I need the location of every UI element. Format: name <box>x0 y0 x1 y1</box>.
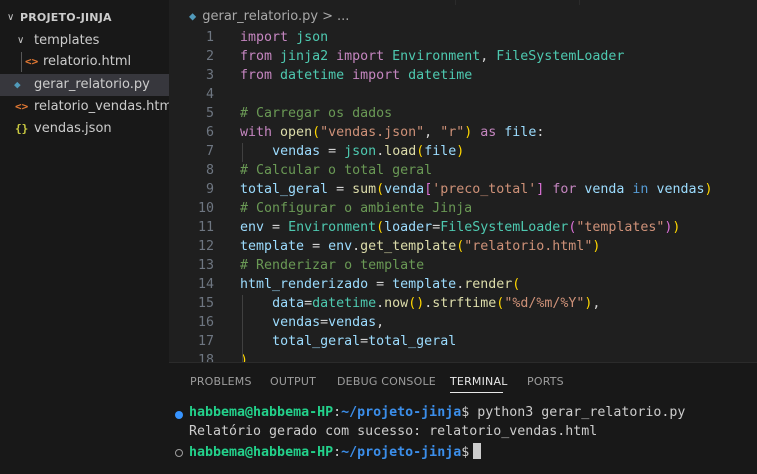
breadcrumb[interactable]: ◆ gerar_relatorio.py >... <box>189 9 349 29</box>
line-number: 17 <box>197 334 214 349</box>
tree-item-vendas-json[interactable]: {} vendas.json <box>0 118 169 140</box>
html-file-icon: <> <box>15 100 29 113</box>
code-line[interactable]: from datetime import datetime <box>240 68 472 83</box>
tab-divider <box>455 0 456 5</box>
code-line[interactable]: # Renderizar o template <box>240 258 424 273</box>
breadcrumb-file[interactable]: gerar_relatorio.py <box>202 9 318 24</box>
explorer-root-label: PROJETO-JINJA <box>20 11 112 24</box>
line-number: 10 <box>197 201 214 216</box>
python-file-icon: ◆ <box>189 9 197 23</box>
html-file-icon: <> <box>25 55 39 68</box>
tree-item-label: relatorio_vendas.html <box>34 99 176 114</box>
code-line[interactable]: # Calcular o total geral <box>240 163 432 178</box>
indent-guide <box>242 143 243 162</box>
tree-item-templates-folder[interactable]: ∨ templates <box>0 30 169 52</box>
terminal-prompt-line[interactable]: habbema@habbema-HP:~/projeto-jinja$ <box>189 443 482 460</box>
line-number: 3 <box>205 68 214 83</box>
active-tab-indicator <box>450 392 503 393</box>
line-number: 6 <box>205 125 214 140</box>
terminal-output-line: Relatório gerado com sucesso: relatorio_… <box>189 424 598 439</box>
line-number: 13 <box>197 258 214 273</box>
code-line[interactable]: vendas = json.load(file) <box>240 144 464 159</box>
line-number: 16 <box>197 315 214 330</box>
tree-item-relatorio-vendas-html[interactable]: <> relatorio_vendas.html <box>0 96 176 118</box>
terminal-user-host: habbema@habbema-HP <box>189 445 334 460</box>
explorer-root-folder[interactable]: ∨ PROJETO-JINJA <box>0 7 169 29</box>
line-number: 15 <box>197 296 214 311</box>
code-line[interactable]: # Configurar o ambiente Jinja <box>240 201 472 216</box>
tab-output[interactable]: OUTPUT <box>270 375 316 388</box>
breadcrumb-more[interactable]: ... <box>337 9 349 24</box>
terminal-user-host: habbema@habbema-HP <box>189 405 334 420</box>
line-number: 18 <box>197 353 214 362</box>
code-line[interactable]: vendas=vendas, <box>240 315 384 330</box>
command-pending-dot-icon[interactable] <box>175 449 183 457</box>
chevron-down-icon: ∨ <box>17 35 25 46</box>
terminal-path: ~/projeto-jinja <box>341 405 462 420</box>
python-file-icon: ◆ <box>14 78 21 91</box>
terminal-path: ~/projeto-jinja <box>341 445 462 460</box>
json-file-icon: {} <box>15 122 29 135</box>
tree-item-label: templates <box>34 33 100 48</box>
code-line[interactable]: data=datetime.now().strftime("%d/%m/%Y")… <box>240 296 600 311</box>
tab-terminal[interactable]: TERMINAL <box>450 375 508 388</box>
terminal-sep: : <box>333 405 342 420</box>
code-line[interactable]: env = Environment(loader=FileSystemLoade… <box>240 220 680 235</box>
code-line[interactable]: html_renderizado = template.render( <box>240 277 520 292</box>
indent-guide <box>242 295 243 362</box>
line-number: 12 <box>197 239 214 254</box>
line-number: 7 <box>205 144 214 159</box>
code-editor[interactable]: ◆ gerar_relatorio.py >... 1 2 3 4 5 6 7 8 9 10 11 12 1… <box>169 0 757 362</box>
terminal-command-line[interactable]: habbema@habbema-HP:~/projeto-jinja$ pyth… <box>189 405 685 420</box>
terminal-command: python3 gerar_relatorio.py <box>469 405 686 420</box>
tree-item-label: vendas.json <box>34 121 112 136</box>
tree-item-relatorio-html[interactable]: <> relatorio.html <box>0 51 169 73</box>
line-number: 8 <box>205 163 214 178</box>
chevron-down-icon: ∨ <box>7 12 15 23</box>
bottom-panel: PROBLEMS OUTPUT DEBUG CONSOLE TERMINAL P… <box>169 362 757 474</box>
code-line[interactable]: # Carregar os dados <box>240 106 392 121</box>
line-number: 11 <box>197 220 214 235</box>
code-line[interactable]: total_geral=total_geral <box>240 334 456 349</box>
tab-divider <box>579 0 580 5</box>
code-line[interactable]: with open("vendas.json", "r") as file: <box>240 125 544 140</box>
command-success-dot-icon[interactable] <box>175 411 183 419</box>
tree-item-gerar-relatorio-py[interactable]: ◆ gerar_relatorio.py <box>0 74 169 96</box>
breadcrumb-separator: > <box>322 9 333 24</box>
code-line[interactable]: total_geral = sum(venda['preco_total'] f… <box>240 182 713 197</box>
line-number: 4 <box>205 87 214 102</box>
code-line[interactable]: import json <box>240 30 328 45</box>
tab-problems[interactable]: PROBLEMS <box>190 375 252 388</box>
line-number: 9 <box>205 182 214 197</box>
line-number: 5 <box>205 106 214 121</box>
terminal-sep: : <box>333 445 342 460</box>
terminal-cursor <box>473 443 482 459</box>
code-line[interactable]: template = env.get_template("relatorio.h… <box>240 239 600 254</box>
line-number: 14 <box>197 277 214 292</box>
tree-item-label: relatorio.html <box>43 54 132 69</box>
line-number: 1 <box>205 30 214 45</box>
line-number: 2 <box>205 49 214 64</box>
tab-ports[interactable]: PORTS <box>527 375 564 388</box>
terminal-prompt: $ <box>461 445 470 460</box>
code-line[interactable]: from jinja2 import Environment, FileSyst… <box>240 49 624 64</box>
tab-debug-console[interactable]: DEBUG CONSOLE <box>337 375 436 388</box>
tree-item-label: gerar_relatorio.py <box>34 77 150 92</box>
explorer-sidebar: ∨ PROJETO-JINJA ∨ templates <> relatorio… <box>0 0 176 474</box>
